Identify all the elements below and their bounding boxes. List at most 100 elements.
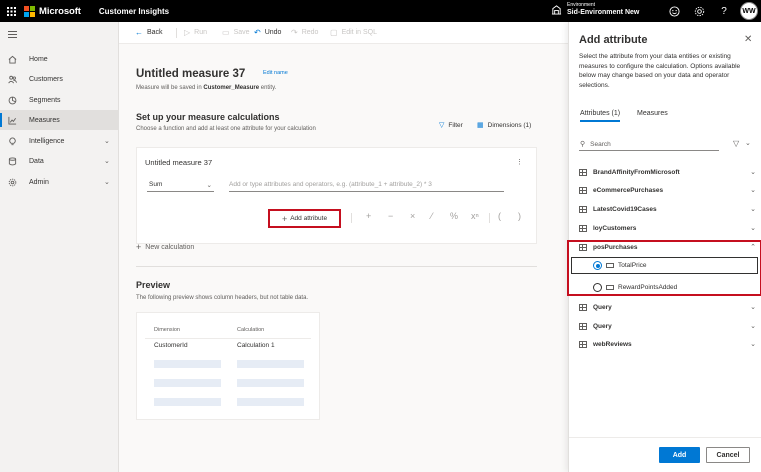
calculation-title: Untitled measure 37 (145, 158, 213, 167)
filter-icon[interactable]: ▽ (733, 139, 739, 148)
formula-input[interactable]: Add or type attributes and operators, e.… (229, 179, 504, 192)
close-icon[interactable]: ✕ (744, 34, 752, 45)
attribute-label: RewardPointsAdded (618, 284, 678, 291)
chevron-down-icon[interactable]: ⌄ (745, 139, 751, 147)
help-icon[interactable]: ? (718, 5, 730, 17)
nav-item-segments[interactable]: Segments (0, 90, 119, 110)
table-icon (579, 304, 587, 311)
back-label: Back (147, 29, 163, 36)
app-name[interactable]: Customer Insights (99, 7, 169, 16)
search-icon: ⚲ (580, 141, 586, 148)
new-calculation-button[interactable]: + New calculation (136, 242, 194, 252)
entity-item[interactable]: LatestCovid19Cases ⌄ (579, 202, 756, 217)
tab-attributes[interactable]: Attributes (1) (580, 110, 621, 122)
top-bar: Microsoft Customer Insights Environment … (0, 0, 761, 22)
entity-name: LatestCovid19Cases (593, 206, 657, 213)
undo-button[interactable]: ↶ Undo (254, 28, 281, 37)
chart-icon (8, 116, 17, 125)
table-icon (579, 323, 587, 330)
radio-button[interactable] (593, 283, 602, 292)
smiley-feedback-icon[interactable] (668, 5, 680, 17)
more-options-icon[interactable]: ⋮ (516, 158, 523, 166)
dimensions-label: Dimensions (1) (487, 121, 532, 129)
search-input[interactable]: ⚲ Search (579, 138, 719, 151)
divide-operator-button[interactable]: ⁄ (431, 211, 433, 221)
hamburger-menu-icon[interactable] (8, 31, 17, 38)
column-header: Dimension (154, 327, 180, 333)
preview-subtitle: The following preview shows column heade… (136, 295, 309, 301)
table-icon (579, 187, 587, 194)
attribute-option[interactable]: RewardPointsAdded (593, 280, 756, 295)
redo-button[interactable]: ↷ Redo (291, 28, 318, 37)
environment-switcher[interactable]: Environment Sid-Environment New (551, 2, 639, 17)
tab-measures[interactable]: Measures (637, 110, 668, 117)
function-dropdown[interactable]: Sum ⌄ (147, 179, 214, 192)
multiply-operator-button[interactable]: × (410, 211, 415, 221)
entity-item[interactable]: Query ⌄ (579, 300, 756, 315)
minus-operator-button[interactable]: − (388, 211, 393, 221)
settings-icon[interactable] (693, 5, 705, 17)
play-icon: ▷ (184, 28, 191, 37)
chevron-down-icon[interactable]: ⌄ (104, 137, 110, 145)
run-button[interactable]: ▷ Run (184, 28, 207, 37)
nav-item-admin[interactable]: Admin ⌄ (0, 172, 119, 192)
nav-label: Intelligence (29, 137, 65, 145)
entity-item[interactable]: webReviews ⌄ (579, 337, 756, 352)
new-calculation-label: New calculation (145, 243, 195, 251)
chevron-down-icon: ⌄ (750, 169, 756, 176)
left-navigation: Home Customers Segments Measures Intelli… (0, 22, 119, 472)
divider (145, 338, 311, 339)
modulo-operator-button[interactable]: % (450, 211, 458, 221)
chevron-down-icon[interactable]: ⌄ (104, 178, 110, 186)
undo-label: Undo (264, 29, 282, 36)
close-paren-button[interactable]: ) (518, 211, 521, 221)
app-launcher-icon[interactable] (0, 0, 22, 22)
add-button[interactable]: Add (659, 447, 700, 463)
nav-item-intelligence[interactable]: Intelligence ⌄ (0, 131, 119, 151)
nav-label: Home (29, 55, 48, 63)
open-paren-button[interactable]: ( (498, 211, 501, 221)
chevron-down-icon: ⌄ (750, 187, 756, 194)
entity-item[interactable]: Query ⌄ (579, 319, 756, 334)
nav-item-measures[interactable]: Measures (0, 110, 119, 130)
calculation-card: Untitled measure 37 ⋮ Sum ⌄ Add or type … (136, 147, 537, 244)
nav-item-customers[interactable]: Customers (0, 69, 119, 89)
plus-operator-button[interactable]: + (366, 211, 371, 221)
divider (569, 437, 761, 438)
avatar[interactable]: WW (740, 2, 758, 20)
entity-name: BrandAffinityFromMicrosoft (593, 169, 680, 176)
search-placeholder: Search (590, 140, 611, 148)
table-icon (579, 244, 587, 251)
edit-name-link[interactable]: Edit name (263, 70, 288, 76)
microsoft-logo[interactable]: Microsoft (24, 5, 81, 17)
undo-icon: ↶ (254, 28, 261, 37)
field-icon (606, 285, 614, 290)
brand-name: Microsoft (39, 5, 81, 17)
back-button[interactable]: ← Back (135, 28, 163, 37)
placeholder-cell (237, 398, 304, 406)
entity-name: posPurchases (593, 244, 638, 251)
plus-icon: + (136, 242, 142, 252)
entity-item[interactable]: loyCustomers ⌄ (579, 221, 756, 236)
cancel-button[interactable]: Cancel (706, 447, 750, 463)
filter-button[interactable]: ▽ Filter (439, 121, 463, 130)
add-attribute-button[interactable]: + Add attribute (268, 209, 341, 228)
function-value: Sum (149, 181, 163, 188)
edit-sql-label: Edit in SQL (341, 29, 377, 36)
radio-button[interactable] (593, 261, 602, 270)
attribute-option[interactable]: TotalPrice (593, 258, 756, 273)
separator (351, 213, 352, 223)
edit-sql-button[interactable]: ▢ Edit in SQL (330, 28, 377, 37)
nav-item-home[interactable]: Home (0, 49, 119, 69)
command-bar: ← Back ▷ Run ▭ Save ↶ Undo ↷ Redo ▢ Edit in SQ… (119, 22, 568, 44)
nav-item-data[interactable]: Data ⌄ (0, 151, 119, 171)
chevron-down-icon[interactable]: ⌄ (104, 157, 110, 165)
dimensions-button[interactable]: ▦ Dimensions (1) (477, 121, 532, 130)
nav-label: Data (29, 157, 44, 165)
nav-label: Admin (29, 178, 49, 186)
entity-item[interactable]: eCommercePurchases ⌄ (579, 183, 756, 198)
power-operator-button[interactable]: xⁿ (471, 211, 479, 221)
save-button[interactable]: ▭ Save (222, 28, 250, 37)
entity-item-expanded[interactable]: posPurchases ⌃ (579, 240, 756, 255)
entity-item[interactable]: BrandAffinityFromMicrosoft ⌄ (579, 165, 756, 180)
